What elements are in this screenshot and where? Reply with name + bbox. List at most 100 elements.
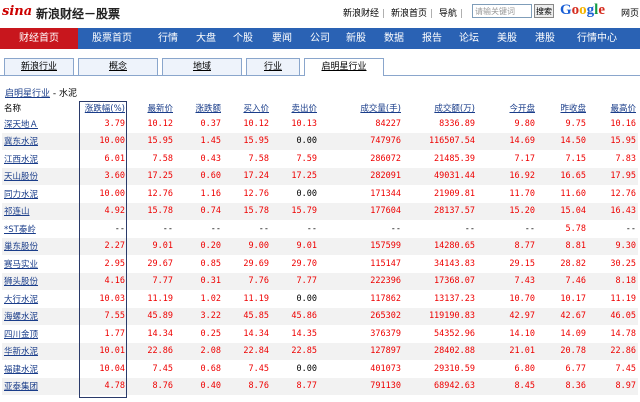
stock-table-body: 深天地Ａ 3.79 10.12 0.37 10.12 10.13 84227 8336.89 9… [2, 115, 638, 395]
tab-concept[interactable]: 概念 [78, 58, 158, 75]
site-title[interactable]: 新浪财经－股票 [36, 5, 120, 22]
link-sina-home[interactable]: 新浪首页 [388, 9, 430, 19]
table-cell: 116507.54 [403, 132, 477, 150]
col-change-amount[interactable]: 涨跌额 [175, 101, 223, 115]
table-row: 四川金顶 1.77 14.34 0.25 14.34 14.35 376379 54352.9… [2, 325, 638, 343]
table-cell: -- [464, 223, 475, 234]
table-cell: 12.76 [243, 188, 269, 199]
table-cell: 16.65 [537, 167, 588, 185]
col-turnover[interactable]: 成交额(万) [403, 101, 477, 115]
web-link[interactable]: 网页 [621, 6, 639, 19]
stock-name-link[interactable]: 祁连山 [2, 202, 79, 220]
table-cell: 10.70 [509, 293, 535, 304]
stock-name-link[interactable]: 福建水泥 [2, 360, 79, 378]
table-cell: 14.10 [509, 328, 535, 339]
table-row: 江西水泥 6.01 7.58 0.43 7.58 7.59 286072 21485.39 7.… [2, 150, 638, 168]
col-bid[interactable]: 买入价 [223, 101, 271, 115]
nav-individual-stocks[interactable]: 个股 [233, 28, 253, 49]
col-prev-close[interactable]: 昨收盘 [537, 101, 588, 115]
stock-name-link[interactable]: 深天地Ａ [2, 115, 79, 133]
google-logo[interactable]: Google [560, 2, 605, 19]
table-cell: 20.78 [537, 342, 588, 360]
stock-name-link[interactable]: 狮头股份 [2, 272, 79, 290]
nav-market-center[interactable]: 行情中心 [577, 28, 617, 49]
stock-name-link[interactable]: *ST秦岭 [2, 220, 79, 238]
table-cell: 17.25 [127, 167, 175, 185]
table-cell: 14.50 [537, 132, 588, 150]
col-high[interactable]: 最高价 [588, 101, 638, 115]
search-button[interactable]: 搜索 [534, 4, 554, 18]
stock-name-link[interactable]: 巢东股份 [2, 237, 79, 255]
tab-qimingxing-industry[interactable]: 启明星行业 [304, 58, 384, 76]
table-cell: 11.60 [560, 188, 586, 199]
table-row: 赛马实业 2.95 29.67 0.85 29.69 29.70 115147 34143.8… [2, 255, 638, 273]
table-row: 天山股份 3.60 17.25 0.60 17.24 17.25 282091 49031.4… [2, 167, 638, 185]
table-row: 大行水泥 10.03 11.19 1.02 11.19 0.00 117862 13137.2… [2, 290, 638, 308]
table-cell: 29.70 [291, 258, 317, 269]
nav-data[interactable]: 数据 [384, 28, 404, 49]
nav-us-stocks[interactable]: 美股 [497, 28, 517, 49]
table-cell: -- [114, 223, 125, 234]
stock-name-link[interactable]: 华新水泥 [2, 342, 79, 360]
stock-name-link[interactable]: 四川金顶 [2, 325, 79, 343]
table-cell: 3.60 [79, 167, 127, 185]
search-input[interactable]: 请输关键词 [472, 4, 532, 18]
col-volume[interactable]: 成交量(手) [319, 101, 403, 115]
nav-quotes[interactable]: 行情 [158, 28, 178, 49]
col-name: 名称 [4, 104, 22, 114]
stock-name-link[interactable]: 赛马实业 [2, 255, 79, 273]
table-cell: 0.00 [296, 188, 317, 199]
nav-reports[interactable]: 报告 [422, 28, 442, 49]
tab-industry[interactable]: 行业 [246, 58, 300, 75]
col-ask[interactable]: 卖出价 [271, 101, 319, 115]
col-change-pct[interactable]: 涨跌幅(%) [79, 101, 127, 115]
main-nav: 财经首页 股票首页 行情 大盘 个股 要闻 公司 新股 数据 报告 论坛 美股 … [0, 28, 640, 49]
table-cell: 0.85 [200, 258, 221, 269]
table-cell: 7.59 [296, 153, 317, 164]
nav-news[interactable]: 要闻 [272, 28, 292, 49]
table-cell: 0.00 [271, 132, 319, 150]
sina-logo[interactable]: sina [2, 4, 32, 19]
nav-companies[interactable]: 公司 [310, 28, 330, 49]
table-cell: 7.45 [248, 363, 269, 374]
nav-market[interactable]: 大盘 [196, 28, 216, 49]
link-sina-finance[interactable]: 新浪财经 [340, 9, 382, 19]
table-cell: 0.40 [175, 377, 223, 395]
table-cell: 28.82 [560, 258, 586, 269]
table-cell: 15.04 [537, 202, 588, 220]
tab-sina-industry[interactable]: 新浪行业 [4, 58, 74, 75]
table-cell: 9.75 [565, 118, 586, 129]
table-row: 祁连山 4.92 15.78 0.74 15.78 15.79 177604 28137.57… [2, 202, 638, 220]
col-last-price[interactable]: 最新价 [127, 101, 175, 115]
stock-name-link[interactable]: 天山股份 [2, 167, 79, 185]
stock-name-link[interactable]: 海螺水泥 [2, 307, 79, 325]
nav-stocks-home[interactable]: 股票首页 [92, 28, 132, 49]
table-cell: 15.95 [588, 132, 638, 150]
table-cell: 0.00 [296, 363, 317, 374]
stock-name-link[interactable]: 同力水泥 [2, 185, 79, 203]
nav-forum[interactable]: 论坛 [459, 28, 479, 49]
table-cell: -- [306, 223, 317, 234]
table-cell: 15.95 [223, 132, 271, 150]
tab-region[interactable]: 地域 [162, 58, 242, 75]
stock-name-link[interactable]: 江西水泥 [2, 150, 79, 168]
link-navigation[interactable]: 导航 [436, 9, 460, 19]
stock-name-link[interactable]: 大行水泥 [2, 290, 79, 308]
col-open[interactable]: 今开盘 [477, 101, 537, 115]
table-cell: 8.76 [127, 377, 175, 395]
nav-hk-stocks[interactable]: 港股 [535, 28, 555, 49]
table-cell: 15.20 [477, 202, 537, 220]
table-cell: 747976 [319, 132, 403, 150]
table-cell: 7.83 [615, 153, 636, 164]
stock-name-link[interactable]: 冀东水泥 [2, 132, 79, 150]
industry-tabs: 新浪行业 概念 地域 行业 启明星行业 [0, 54, 640, 76]
breadcrumb-industry-link[interactable]: 启明星行业 [5, 89, 50, 99]
table-cell: 42.67 [537, 307, 588, 325]
table-cell: 45.86 [271, 307, 319, 325]
nav-new-stocks[interactable]: 新股 [346, 28, 366, 49]
table-cell: 0.68 [200, 363, 221, 374]
table-cell: 22.86 [588, 342, 638, 360]
table-cell: 265302 [319, 307, 403, 325]
nav-finance-home[interactable]: 财经首页 [0, 28, 78, 49]
stock-name-link[interactable]: 亚泰集团 [2, 377, 79, 395]
